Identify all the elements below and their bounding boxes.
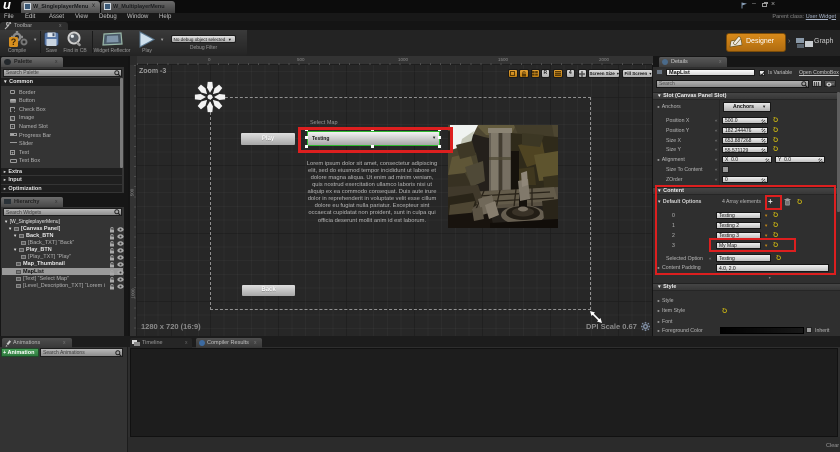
svg-text:?: ?	[11, 37, 17, 47]
